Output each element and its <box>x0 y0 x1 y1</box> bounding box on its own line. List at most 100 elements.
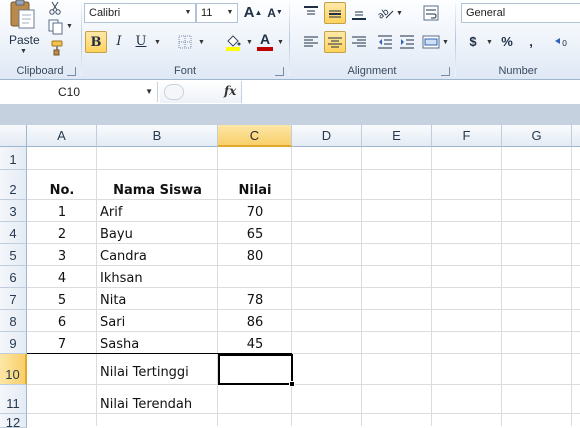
decrease-indent-button[interactable] <box>374 31 396 53</box>
chevron-down-icon[interactable]: ▼ <box>277 39 284 46</box>
cell-name[interactable]: Sasha <box>97 332 218 354</box>
column-header-c[interactable]: C <box>218 125 292 147</box>
row-header-9[interactable]: 9 <box>0 332 27 354</box>
insert-function-icon[interactable]: fx <box>224 84 236 98</box>
paste-label: Paste <box>9 33 40 47</box>
fill-color-button[interactable] <box>222 31 244 53</box>
chevron-down-icon[interactable]: ▼ <box>396 10 403 17</box>
align-right-button[interactable] <box>348 31 370 53</box>
chevron-down-icon[interactable]: ▼ <box>198 39 205 46</box>
highest-score-label[interactable]: Nilai Tertinggi <box>97 354 218 385</box>
fill-handle[interactable] <box>289 381 295 387</box>
decrease-indent-icon <box>378 35 392 49</box>
copy-button[interactable]: ▼ <box>46 18 74 36</box>
chevron-down-icon[interactable]: ▼ <box>246 39 253 46</box>
cell-score[interactable] <box>218 266 292 288</box>
row-header-11[interactable]: 11 <box>0 385 27 414</box>
alignment-dialog-launcher[interactable] <box>441 67 450 76</box>
chevron-down-icon[interactable]: ▼ <box>154 39 161 46</box>
font-color-button[interactable]: A <box>254 31 276 53</box>
align-center-button[interactable] <box>324 31 346 53</box>
font-size-select[interactable]: 11 ▼ <box>196 3 238 23</box>
font-name-select[interactable]: Calibri ▼ <box>84 3 196 23</box>
middle-align-button[interactable] <box>324 2 346 24</box>
chevron-down-icon[interactable]: ▼ <box>442 39 449 46</box>
paste-button[interactable]: Paste ▼ <box>4 0 42 58</box>
cell-score[interactable]: 78 <box>218 288 292 310</box>
italic-button[interactable]: I <box>108 31 130 53</box>
column-header-f[interactable]: F <box>432 125 502 147</box>
cell-name[interactable]: Nita <box>97 288 218 310</box>
formula-bar-resize-grip[interactable] <box>164 84 184 100</box>
cell-no[interactable]: 7 <box>27 332 97 354</box>
svg-text:ab: ab <box>376 7 391 21</box>
chevron-down-icon[interactable]: ▼ <box>486 39 493 46</box>
cell-score[interactable]: 80 <box>218 244 292 266</box>
clipboard-dialog-launcher[interactable] <box>67 67 76 76</box>
column-header-d[interactable]: D <box>292 125 362 147</box>
bottom-align-button[interactable] <box>348 2 370 24</box>
top-align-button[interactable] <box>300 2 322 24</box>
cell-name[interactable]: Bayu <box>97 222 218 244</box>
column-header-e[interactable]: E <box>362 125 432 147</box>
header-score[interactable]: Nilai <box>218 170 292 200</box>
increase-decimal-button[interactable]: 0 <box>552 31 574 53</box>
cell-no[interactable]: 5 <box>27 288 97 310</box>
grow-font-button[interactable]: A▲ <box>242 2 264 24</box>
underline-button[interactable]: U <box>130 31 152 53</box>
cell-name[interactable]: Sari <box>97 310 218 332</box>
percent-style-button[interactable]: % <box>496 31 518 53</box>
cell-name[interactable]: Ikhsan <box>97 266 218 288</box>
cell-score[interactable]: 45 <box>218 332 292 354</box>
row-header-8[interactable]: 8 <box>0 310 27 332</box>
merge-center-button[interactable] <box>420 31 442 53</box>
cell-no[interactable]: 6 <box>27 310 97 332</box>
format-painter-button[interactable] <box>46 38 66 58</box>
cut-button[interactable] <box>46 0 64 16</box>
font-dialog-launcher[interactable] <box>275 67 284 76</box>
chevron-down-icon: ▼ <box>66 23 73 30</box>
name-box[interactable]: C10 ▼ <box>0 82 158 102</box>
merge-cells-icon <box>422 35 440 49</box>
cell-name[interactable]: Candra <box>97 244 218 266</box>
row-header-7[interactable]: 7 <box>0 288 27 310</box>
cell-no[interactable]: 1 <box>27 200 97 222</box>
accounting-format-button[interactable]: $ <box>462 31 484 53</box>
increase-indent-button[interactable] <box>396 31 418 53</box>
cell-no[interactable]: 4 <box>27 266 97 288</box>
column-header-g[interactable]: G <box>502 125 572 147</box>
header-name[interactable]: Nama Siswa <box>97 170 218 200</box>
comma-style-button[interactable]: , <box>520 31 542 53</box>
cell-no[interactable]: 3 <box>27 244 97 266</box>
column-header-a[interactable]: A <box>27 125 97 147</box>
active-cell-c10[interactable] <box>218 354 293 385</box>
wrap-text-button[interactable] <box>420 2 442 24</box>
select-all-button[interactable] <box>0 125 27 147</box>
row-header-4[interactable]: 4 <box>0 222 27 244</box>
orientation-button[interactable]: ab <box>374 2 396 24</box>
align-left-button[interactable] <box>300 31 322 53</box>
row-header-2[interactable]: 2 <box>0 170 27 200</box>
shrink-font-button[interactable]: A▼ <box>264 2 286 24</box>
column-header-overflow[interactable] <box>572 125 580 147</box>
formula-input[interactable] <box>243 81 580 103</box>
number-format-select[interactable]: General <box>461 3 580 23</box>
bold-button[interactable]: B <box>85 31 107 53</box>
lowest-score-label[interactable]: Nilai Terendah <box>97 385 218 414</box>
header-no[interactable]: No. <box>27 170 97 200</box>
row-header-3[interactable]: 3 <box>0 200 27 222</box>
ribbon: Paste ▼ ▼ Clipboard Calibri ▼ 11 ▼ A▲ A▼… <box>0 0 580 80</box>
row-header-5[interactable]: 5 <box>0 244 27 266</box>
column-header-b[interactable]: B <box>97 125 218 147</box>
row-header-1[interactable]: 1 <box>0 147 27 170</box>
cell-score[interactable]: 65 <box>218 222 292 244</box>
borders-button[interactable] <box>174 31 196 53</box>
cell-name[interactable]: Arif <box>97 200 218 222</box>
cell-score[interactable]: 86 <box>218 310 292 332</box>
cell-score[interactable]: 70 <box>218 200 292 222</box>
font-name-value: Calibri <box>89 7 121 19</box>
row-header-10[interactable]: 10 <box>0 354 27 385</box>
row-header-6[interactable]: 6 <box>0 266 27 288</box>
chevron-down-icon[interactable]: ▼ <box>145 82 153 102</box>
cell-no[interactable]: 2 <box>27 222 97 244</box>
